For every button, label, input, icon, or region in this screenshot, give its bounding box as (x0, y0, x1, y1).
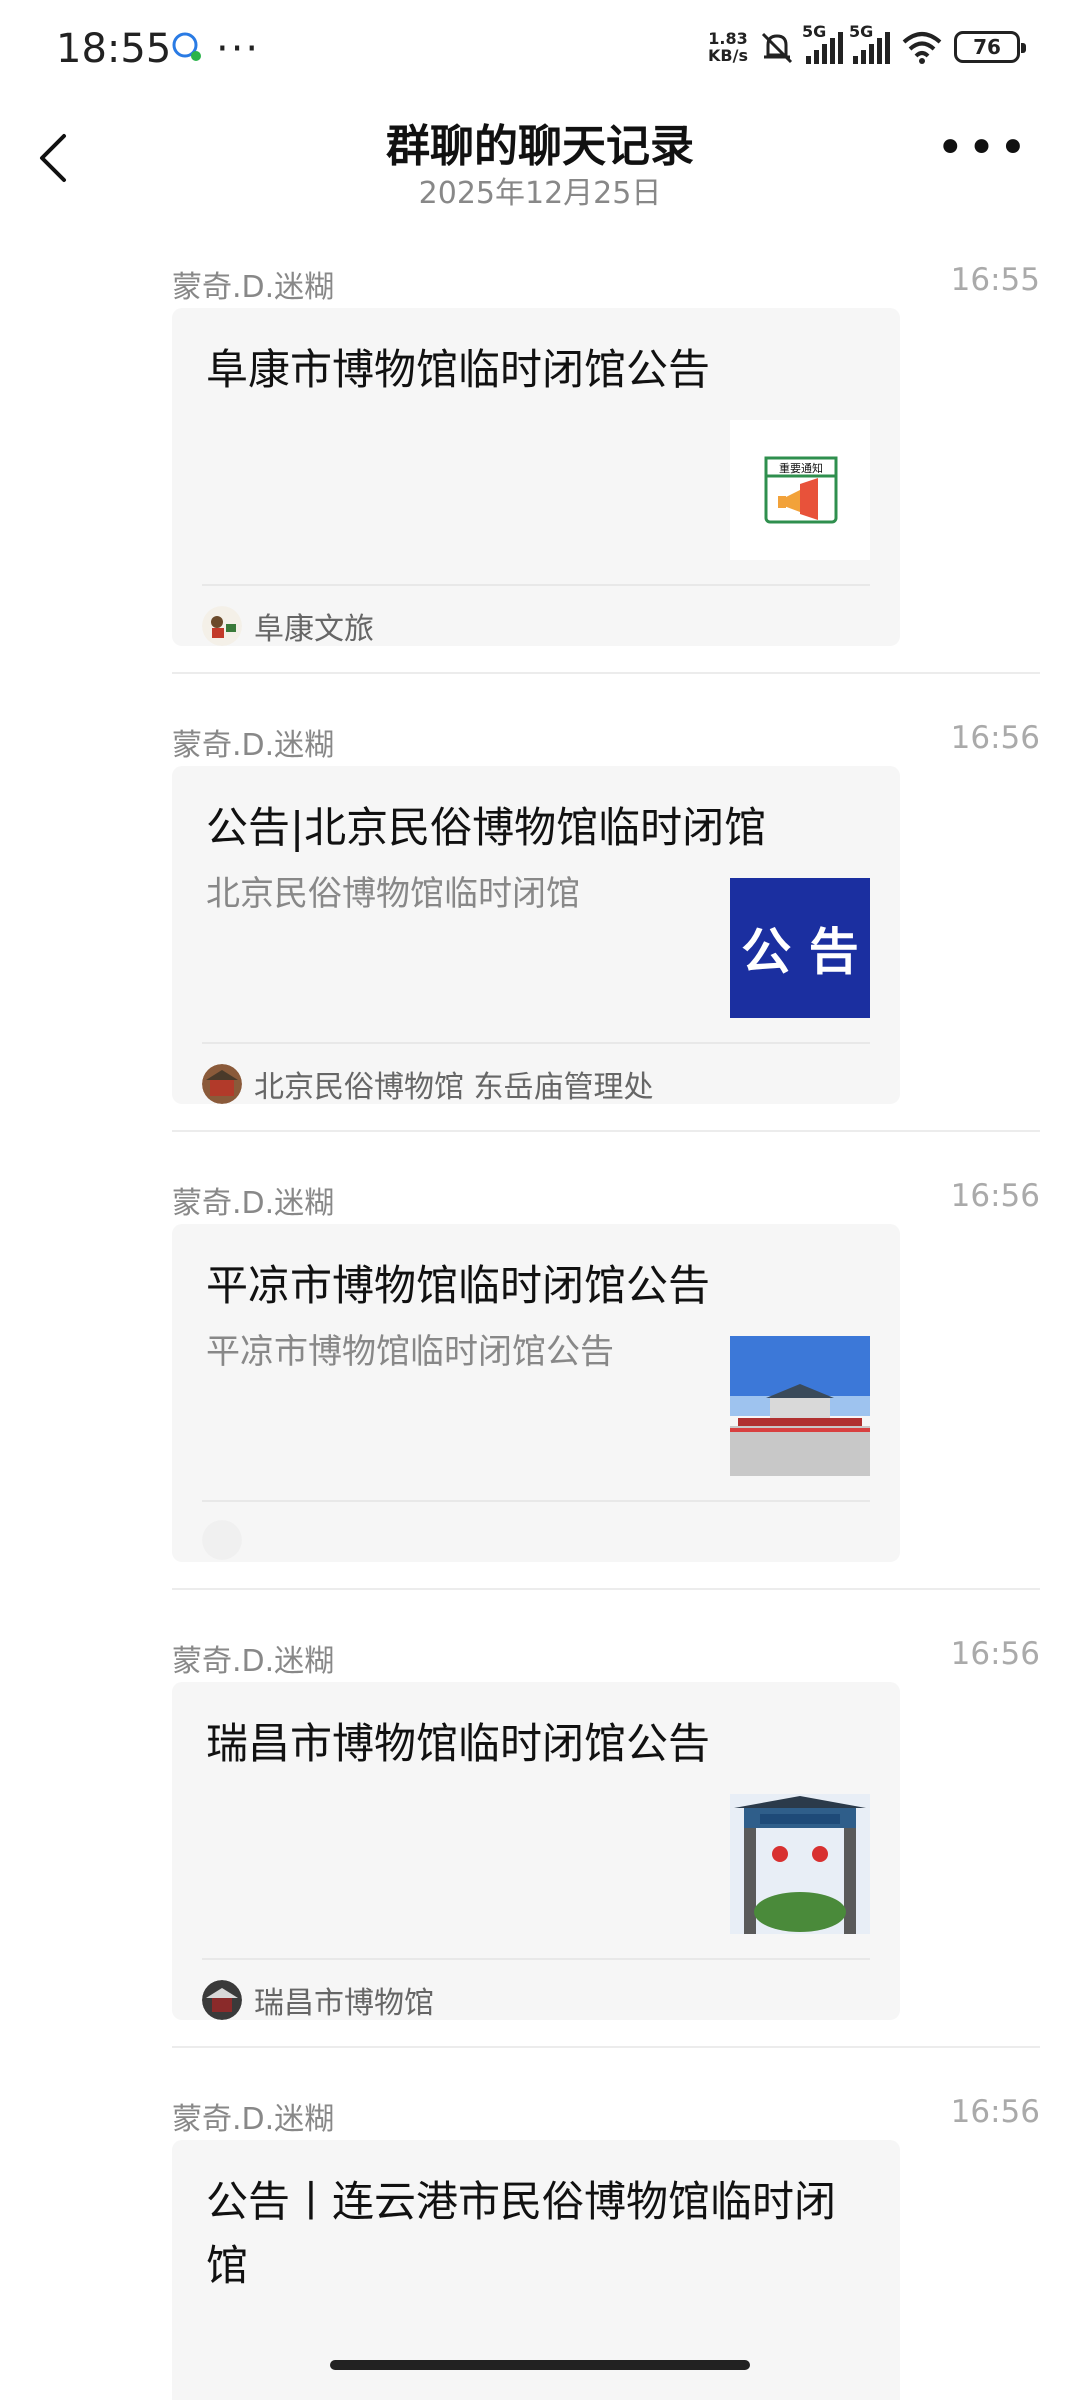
signal-icon-sim1: 5G (802, 22, 843, 64)
message-time: 16:56 (950, 2094, 1040, 2130)
mute-bell-icon (761, 32, 793, 64)
status-time: 18:55 (56, 26, 172, 72)
chat-history-header: 群聊的聊天记录 2025年12月25日 ••• (0, 104, 1080, 228)
source-name: 北京民俗博物馆 东岳庙管理处 (254, 1070, 654, 1105)
page-date: 2025年12月25日 (418, 176, 662, 211)
message-divider (172, 672, 1040, 674)
sender-name: 蒙奇.D.迷糊 (172, 1186, 335, 1221)
article-thumbnail: 公 告 (730, 878, 870, 1018)
article-thumbnail (730, 1794, 870, 1934)
article-title: 阜康市博物馆临时闭馆公告 (206, 345, 711, 394)
network-speed: 1.83 KB/s (708, 29, 748, 65)
article-source: 阜康文旅 (202, 604, 374, 648)
source-avatar-icon (202, 1980, 242, 2020)
megaphone-notice-icon: 重要通知 (764, 456, 838, 524)
signal-icon-sim2: 5G (849, 22, 890, 64)
article-title: 瑞昌市博物馆临时闭馆公告 (206, 1719, 711, 1768)
article-title: 公告丨连云港市民俗博物馆临时闭馆 (206, 2177, 837, 2290)
message-time: 16:56 (950, 720, 1040, 756)
article-title: 平凉市博物馆临时闭馆公告 (206, 1261, 711, 1310)
sender-name: 蒙奇.D.迷糊 (172, 2102, 335, 2137)
source-name: 阜康文旅 (254, 612, 374, 647)
card-separator (202, 1042, 870, 1044)
status-icons: 1.83 KB/s 5G 5G 76 (708, 22, 1026, 65)
article-card[interactable]: 瑞昌市博物馆临时闭馆公告 瑞昌市博物馆 (172, 1682, 900, 2022)
sender-name: 蒙奇.D.迷糊 (172, 1644, 335, 1679)
message-divider (172, 2046, 1040, 2048)
museum-gate-image (730, 1794, 870, 1934)
message-divider (172, 1588, 1040, 1590)
card-separator (202, 1500, 870, 1502)
source-avatar-icon (202, 606, 242, 646)
article-title: 公告|北京民俗博物馆临时闭馆 (206, 803, 767, 852)
source-name: 瑞昌市博物馆 (254, 1986, 434, 2021)
sender-name: 蒙奇.D.迷糊 (172, 728, 335, 763)
source-avatar-icon (202, 1520, 242, 1560)
more-notifications-icon: ··· (216, 26, 261, 72)
article-card[interactable]: 平凉市博物馆临时闭馆公告 平凉市博物馆临时闭馆公告 (172, 1224, 900, 1562)
message-time: 16:56 (950, 1636, 1040, 1672)
article-source: 瑞昌市博物馆 (202, 1978, 434, 2022)
article-description: 平凉市博物馆临时闭馆公告 (206, 1332, 614, 1372)
article-description: 北京民俗博物馆临时闭馆 (206, 874, 580, 914)
chat-notification-icon (172, 32, 201, 61)
article-card[interactable]: 公告|北京民俗博物馆临时闭馆 北京民俗博物馆临时闭馆 公 告 北京民俗博物馆 东… (172, 766, 900, 1106)
battery-indicator: 76 (954, 31, 1026, 63)
sender-name: 蒙奇.D.迷糊 (172, 270, 335, 305)
status-bar: 18:55 ··· 1.83 KB/s 5G 5G 76 (0, 0, 1080, 104)
source-avatar-icon (202, 1064, 242, 1104)
page-title: 群聊的聊天记录 (386, 121, 694, 172)
article-card[interactable]: 阜康市博物馆临时闭馆公告 重要通知 阜康文旅 (172, 308, 900, 648)
wifi-icon (902, 32, 942, 64)
more-menu-icon[interactable]: ••• (936, 124, 1030, 172)
svg-text:重要通知: 重要通知 (779, 461, 823, 475)
article-source: 北京民俗博物馆 东岳庙管理处 (202, 1062, 654, 1106)
museum-building-image (730, 1336, 870, 1476)
message-time: 16:56 (950, 1178, 1040, 1214)
article-source (202, 1520, 254, 1560)
card-separator (202, 584, 870, 586)
card-separator (202, 1958, 870, 1960)
thumbnail-caption: 公 告 (741, 923, 859, 981)
message-time: 16:55 (950, 262, 1040, 298)
article-thumbnail (730, 1336, 870, 1476)
home-indicator[interactable] (330, 2360, 750, 2370)
message-divider (172, 1130, 1040, 1132)
article-thumbnail: 重要通知 (730, 420, 870, 560)
